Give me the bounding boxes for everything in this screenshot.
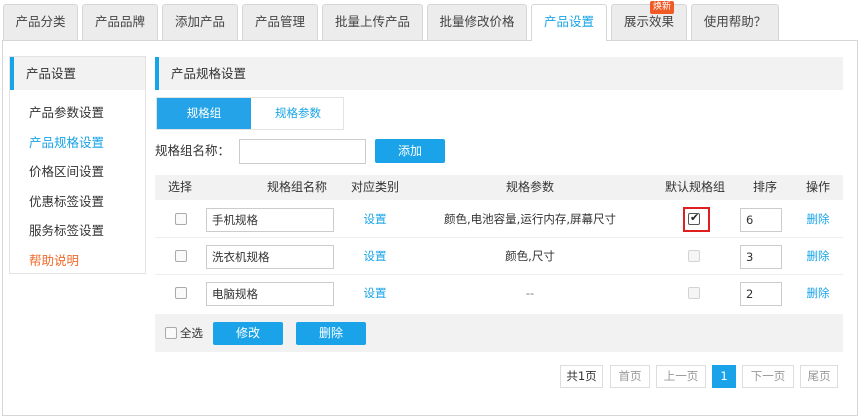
tab-add-product[interactable]: 添加产品 <box>162 4 238 40</box>
tab-label: 产品设置 <box>543 14 594 29</box>
tab-help[interactable]: 使用帮助？ <box>691 4 779 40</box>
header-action: 操作 <box>805 180 830 194</box>
sidebar-item-spec-settings[interactable]: 产品规格设置 <box>10 128 145 158</box>
category-settings-link[interactable]: 设置 <box>335 275 415 312</box>
bulk-action-bar: 全选 修改 删除 <box>155 314 843 352</box>
sidebar: 产品设置 产品参数设置 产品规格设置 价格区间设置 优惠标签设置 服务标签设置 … <box>9 56 146 274</box>
page-title: 产品规格设置 <box>155 57 843 90</box>
spec-params-text: -- <box>525 286 535 300</box>
sidebar-item-price-range[interactable]: 价格区间设置 <box>10 157 145 187</box>
delete-button[interactable]: 删除 <box>296 322 366 345</box>
sidebar-title: 产品设置 <box>10 57 145 90</box>
sidebar-item-help[interactable]: 帮助说明 <box>10 246 145 276</box>
add-button[interactable]: 添加 <box>375 139 445 163</box>
highlight-box <box>683 207 710 232</box>
spec-group-name-label: 规格组名称： <box>155 143 231 158</box>
sub-tab-group: 规格组 规格参数 <box>156 97 344 130</box>
spec-name-input[interactable] <box>206 282 334 306</box>
first-page-button[interactable]: 首页 <box>610 365 650 388</box>
row-select-checkbox[interactable] <box>175 287 187 299</box>
header-default: 默认规格组 <box>664 180 725 194</box>
tab-bulk-upload[interactable]: 批量上传产品 <box>322 4 423 40</box>
delete-link[interactable]: 删除 <box>795 238 841 275</box>
row-select-checkbox[interactable] <box>175 213 187 225</box>
tab-label: 批量上传产品 <box>334 14 410 29</box>
page-total: 共1页 <box>560 365 603 388</box>
sort-input[interactable] <box>740 208 782 232</box>
sidebar-item-discount-tags[interactable]: 优惠标签设置 <box>10 187 145 217</box>
header-category: 对应类别 <box>350 180 399 194</box>
spec-params-text: 颜色,电池容量,运行内存,屏幕尺寸 <box>444 212 616 226</box>
default-group-checkbox[interactable] <box>688 250 700 262</box>
sort-input[interactable] <box>740 282 782 306</box>
tab-display-effect[interactable]: 展示效果 焕新 <box>611 1 687 40</box>
tab-product-management[interactable]: 产品管理 <box>242 4 318 40</box>
category-settings-link[interactable]: 设置 <box>335 238 415 275</box>
select-all-label[interactable]: 全选 <box>180 314 203 352</box>
tab-bulk-price[interactable]: 批量修改价格 <box>427 4 527 40</box>
tab-label: 产品分类 <box>15 14 66 29</box>
top-tab-bar: 产品分类 产品品牌 添加产品 产品管理 批量上传产品 批量修改价格 产品设置 展… <box>0 0 860 41</box>
last-page-button[interactable]: 尾页 <box>800 365 838 388</box>
sort-input[interactable] <box>740 245 782 269</box>
tab-label: 产品品牌 <box>94 14 145 29</box>
spec-name-input[interactable] <box>206 245 334 269</box>
subtab-spec-group[interactable]: 规格组 <box>157 98 251 129</box>
sidebar-item-service-tags[interactable]: 服务标签设置 <box>10 216 145 246</box>
category-settings-link[interactable]: 设置 <box>335 201 415 238</box>
header-params: 规格参数 <box>505 180 554 194</box>
new-badge: 焕新 <box>649 1 674 14</box>
current-page[interactable]: 1 <box>712 365 736 388</box>
delete-link[interactable]: 删除 <box>795 201 841 238</box>
spec-group-name-input[interactable] <box>239 139 366 164</box>
table-row: 设置 颜色,尺寸 删除 <box>155 238 843 275</box>
next-page-button[interactable]: 下一页 <box>742 365 794 388</box>
tab-label: 添加产品 <box>174 14 225 29</box>
spec-params-text: 颜色,尺寸 <box>505 249 555 263</box>
table-row: 设置 颜色,电池容量,运行内存,屏幕尺寸 删除 <box>155 201 843 238</box>
prev-page-button[interactable]: 上一页 <box>656 365 706 388</box>
tab-product-settings[interactable]: 产品设置 <box>531 4 607 41</box>
tab-label: 使用帮助？ <box>703 14 767 29</box>
row-select-checkbox[interactable] <box>175 250 187 262</box>
table-row: 设置 -- 删除 <box>155 275 843 312</box>
tab-label: 产品管理 <box>254 14 305 29</box>
default-group-checkbox[interactable] <box>688 287 700 299</box>
spec-name-input[interactable] <box>206 208 334 232</box>
sidebar-item-param-settings[interactable]: 产品参数设置 <box>10 98 145 128</box>
header-sort: 排序 <box>752 180 777 194</box>
subtab-spec-params[interactable]: 规格参数 <box>251 98 345 129</box>
header-select: 选择 <box>167 180 192 194</box>
tab-label: 展示效果 <box>623 14 674 29</box>
tab-product-category[interactable]: 产品分类 <box>3 4 78 40</box>
edit-button[interactable]: 修改 <box>213 322 283 345</box>
tab-label: 批量修改价格 <box>439 14 515 29</box>
select-all-checkbox[interactable] <box>165 327 177 339</box>
tab-product-brand[interactable]: 产品品牌 <box>82 4 158 40</box>
delete-link[interactable]: 删除 <box>795 275 841 312</box>
